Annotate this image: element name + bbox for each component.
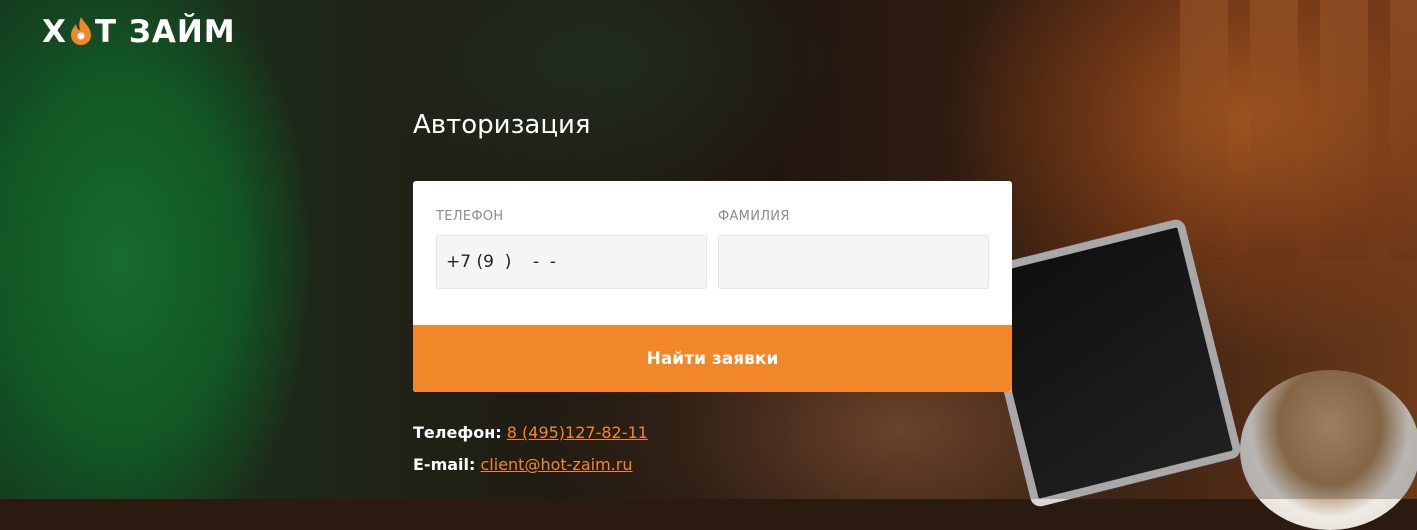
page-title: Авторизация xyxy=(413,110,591,140)
find-applications-button[interactable]: Найти заявки xyxy=(413,325,1012,392)
contact-phone-label: Телефон: xyxy=(413,423,502,442)
contact-phone-link[interactable]: 8 (495)127-82-11 xyxy=(507,423,648,442)
logo-text-right: Т ЗАЙМ xyxy=(94,14,236,50)
surname-field-group: Фамилия xyxy=(718,209,989,289)
logo[interactable]: Х Т ЗАЙМ xyxy=(42,14,236,50)
surname-label: Фамилия xyxy=(718,209,790,224)
logo-text-left: Х xyxy=(42,14,67,50)
contacts: Телефон: 8 (495)127-82-11 E-mail: client… xyxy=(413,422,648,486)
phone-input[interactable] xyxy=(436,235,707,289)
phone-field-group: Телефон xyxy=(436,209,707,289)
phone-label: Телефон xyxy=(436,209,504,224)
contact-email-row: E-mail: client@hot-zaim.ru xyxy=(413,454,648,486)
contact-email-link[interactable]: client@hot-zaim.ru xyxy=(481,455,633,474)
login-form: Телефон Фамилия Найти заявки xyxy=(413,181,1012,392)
contact-email-label: E-mail: xyxy=(413,455,476,474)
surname-input[interactable] xyxy=(718,235,989,289)
flame-icon xyxy=(70,17,91,45)
contact-phone-row: Телефон: 8 (495)127-82-11 xyxy=(413,422,648,454)
